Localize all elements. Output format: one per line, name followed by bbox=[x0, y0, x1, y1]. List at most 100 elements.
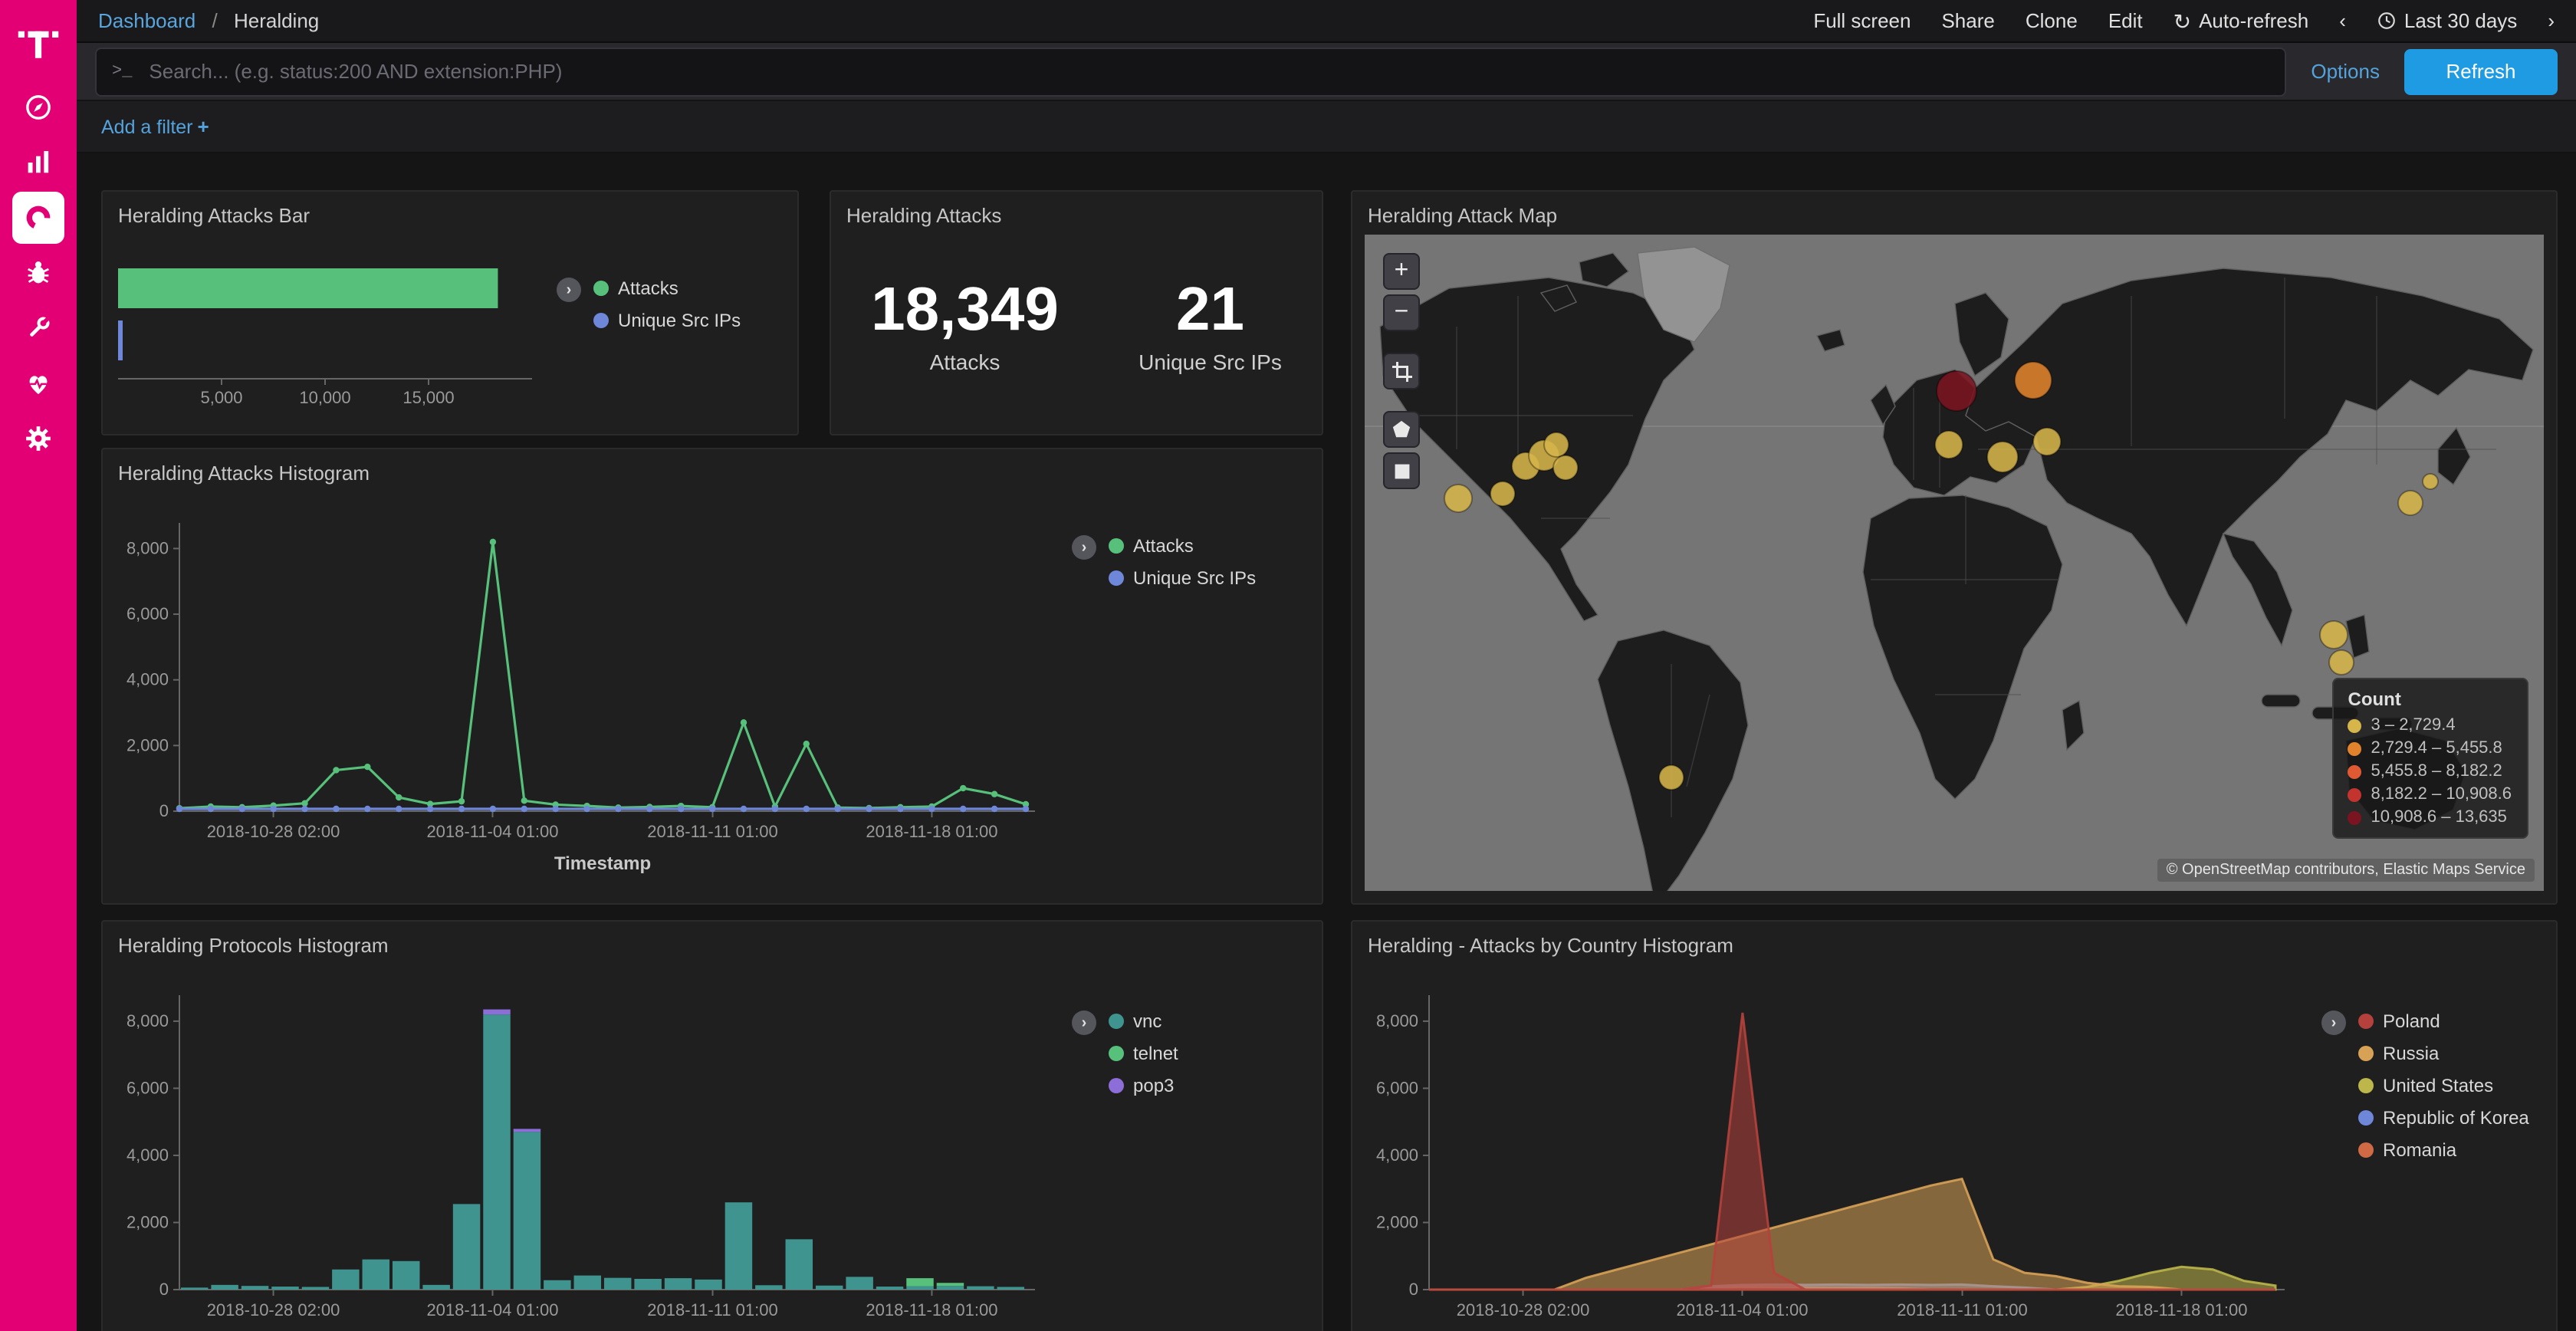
map-legend-item: 5,455.8 – 8,182.2 bbox=[2348, 762, 2512, 781]
map-legend-color-dot bbox=[2348, 741, 2362, 755]
legend-toggle-chevron-icon[interactable]: › bbox=[1072, 1011, 1096, 1035]
legend-item-unique-src-ips[interactable]: Unique Src IPs bbox=[1109, 567, 1256, 589]
sidebar-item-discover[interactable] bbox=[0, 80, 77, 135]
map-point[interactable] bbox=[1935, 431, 1963, 458]
fit-bounds-button[interactable] bbox=[1383, 353, 1420, 389]
legend-item-russia[interactable]: Russia bbox=[2358, 1043, 2529, 1064]
country-histogram-chart[interactable]: 02,0004,0006,0008,0002018-10-28 02:00201… bbox=[1355, 958, 2306, 1331]
metric-value: 21 bbox=[1138, 276, 1282, 345]
edit-button[interactable]: Edit bbox=[2108, 9, 2143, 32]
svg-text:2018-11-18 01:00: 2018-11-18 01:00 bbox=[866, 1300, 997, 1319]
attacks-bar-chart[interactable]: 5,00010,00015,000 bbox=[115, 259, 560, 412]
bar-chart-icon bbox=[23, 147, 54, 178]
legend-toggle-chevron-icon[interactable]: › bbox=[1072, 535, 1096, 560]
legend-label: pop3 bbox=[1133, 1075, 1174, 1096]
legend-label: Unique Src IPs bbox=[1133, 567, 1256, 589]
crop-icon bbox=[1392, 361, 1411, 381]
map-point[interactable] bbox=[2320, 621, 2348, 649]
map-legend-label: 3 – 2,729.4 bbox=[2371, 716, 2456, 735]
panel-title: Heralding Attacks bbox=[831, 192, 1322, 227]
legend-item-telnet[interactable]: telnet bbox=[1109, 1043, 1178, 1064]
full-screen-button[interactable]: Full screen bbox=[1813, 9, 1911, 32]
map-point[interactable] bbox=[1553, 455, 1578, 480]
sidebar-item-management[interactable] bbox=[0, 411, 77, 466]
sidebar-item-dashboard[interactable] bbox=[0, 190, 77, 245]
share-button[interactable]: Share bbox=[1941, 9, 1994, 32]
map-point[interactable] bbox=[1659, 765, 1684, 790]
attack-map[interactable]: + − Count bbox=[1365, 235, 2544, 891]
map-point[interactable] bbox=[1544, 432, 1569, 457]
sidebar-item-dev-tools[interactable] bbox=[0, 301, 77, 356]
zoom-out-button[interactable]: − bbox=[1383, 294, 1420, 331]
breadcrumb-dashboard-link[interactable]: Dashboard bbox=[98, 9, 196, 32]
time-range-button[interactable]: Last 30 days bbox=[2377, 9, 2517, 32]
legend-item-vnc[interactable]: vnc bbox=[1109, 1011, 1178, 1032]
svg-text:2018-11-04 01:00: 2018-11-04 01:00 bbox=[426, 1300, 558, 1319]
svg-text:2018-10-28 02:00: 2018-10-28 02:00 bbox=[1457, 1300, 1590, 1319]
svg-text:6,000: 6,000 bbox=[1376, 1078, 1418, 1097]
legend-item-pop3[interactable]: pop3 bbox=[1109, 1075, 1178, 1096]
time-back-button[interactable]: ‹ bbox=[2339, 9, 2346, 32]
metric-group: 18,349 Attacks 21 Unique Src IPs bbox=[831, 236, 1322, 414]
legend-toggle-chevron-icon[interactable]: › bbox=[2321, 1011, 2346, 1035]
search-input[interactable] bbox=[146, 58, 2285, 84]
svg-text:2018-11-04 01:00: 2018-11-04 01:00 bbox=[426, 822, 558, 841]
map-point[interactable] bbox=[2423, 474, 2438, 489]
chart-legend: › Attacks Unique Src IPs bbox=[557, 278, 741, 331]
legend-item-republic-of-korea[interactable]: Republic of Korea bbox=[2358, 1107, 2529, 1129]
legend-item-romania[interactable]: Romania bbox=[2358, 1139, 2529, 1161]
map-point[interactable] bbox=[2329, 650, 2354, 675]
options-link[interactable]: Options bbox=[2311, 60, 2380, 83]
breadcrumb-current: Heralding bbox=[234, 9, 319, 32]
legend-item-attacks[interactable]: Attacks bbox=[1109, 535, 1256, 557]
legend-label: Romania bbox=[2383, 1139, 2456, 1161]
legend-color-dot bbox=[1109, 1046, 1124, 1061]
map-point[interactable] bbox=[2033, 428, 2061, 455]
legend-label: vnc bbox=[1133, 1011, 1162, 1032]
add-filter-link[interactable]: Add a filter+ bbox=[101, 115, 209, 138]
topnav-actions: Full screen Share Clone Edit ↻ Auto-refr… bbox=[1813, 9, 2555, 32]
chart-legend: › vnc telnet pop3 bbox=[1072, 1011, 1178, 1096]
rectangle-icon bbox=[1393, 462, 1410, 479]
svg-text:10,000: 10,000 bbox=[299, 388, 350, 407]
map-point[interactable] bbox=[2398, 491, 2423, 515]
polygon-icon bbox=[1392, 420, 1411, 439]
legend-item-unique-src-ips[interactable]: Unique Src IPs bbox=[593, 310, 741, 331]
legend-item-united-states[interactable]: United States bbox=[2358, 1075, 2529, 1096]
map-point[interactable] bbox=[2015, 362, 2052, 399]
svg-text:2,000: 2,000 bbox=[1376, 1212, 1418, 1231]
telekom-logo bbox=[0, 0, 77, 80]
sidebar-item-attack-stats[interactable] bbox=[0, 245, 77, 301]
svg-text:0: 0 bbox=[1409, 1280, 1418, 1299]
map-point[interactable] bbox=[1987, 442, 2018, 472]
auto-refresh-button[interactable]: ↻ Auto-refresh bbox=[2174, 9, 2309, 32]
sidebar-item-visualize[interactable] bbox=[0, 135, 77, 190]
svg-text:6,000: 6,000 bbox=[127, 604, 169, 623]
protocols-histogram-chart[interactable]: 02,0004,0006,0008,0002018-10-28 02:00201… bbox=[106, 958, 1056, 1331]
legend-color-dot bbox=[593, 313, 609, 328]
svg-text:Timestamp: Timestamp bbox=[554, 853, 651, 874]
svg-text:4,000: 4,000 bbox=[1376, 1145, 1418, 1165]
panel-heralding-attacks-histogram: Heralding Attacks Histogram 02,0004,0006… bbox=[101, 448, 1323, 905]
map-attribution[interactable]: © OpenStreetMap contributors, Elastic Ma… bbox=[2157, 859, 2535, 882]
svg-text:15,000: 15,000 bbox=[402, 388, 454, 407]
sidebar-item-monitoring[interactable] bbox=[0, 356, 77, 411]
dashboard-gauge-icon bbox=[23, 202, 54, 233]
refresh-button[interactable]: Refresh bbox=[2404, 48, 2558, 94]
draw-polygon-button[interactable] bbox=[1383, 411, 1420, 448]
map-point[interactable] bbox=[1937, 371, 1976, 411]
map-point[interactable] bbox=[1490, 481, 1515, 506]
legend-item-poland[interactable]: Poland bbox=[2358, 1011, 2529, 1032]
legend-label: Poland bbox=[2383, 1011, 2440, 1032]
draw-rectangle-button[interactable] bbox=[1383, 452, 1420, 489]
legend-color-dot bbox=[1109, 570, 1124, 586]
legend-toggle-chevron-icon[interactable]: › bbox=[557, 278, 581, 302]
map-point[interactable] bbox=[1444, 485, 1472, 512]
attacks-histogram-chart[interactable]: 02,0004,0006,0008,0002018-10-28 02:00201… bbox=[106, 489, 1056, 903]
clone-button[interactable]: Clone bbox=[2026, 9, 2078, 32]
metric-value: 18,349 bbox=[871, 276, 1059, 345]
zoom-in-button[interactable]: + bbox=[1383, 253, 1420, 290]
panel-title: Heralding Attacks Histogram bbox=[103, 449, 1322, 485]
legend-item-attacks[interactable]: Attacks bbox=[593, 278, 741, 299]
legend-color-dot bbox=[2358, 1046, 2374, 1061]
